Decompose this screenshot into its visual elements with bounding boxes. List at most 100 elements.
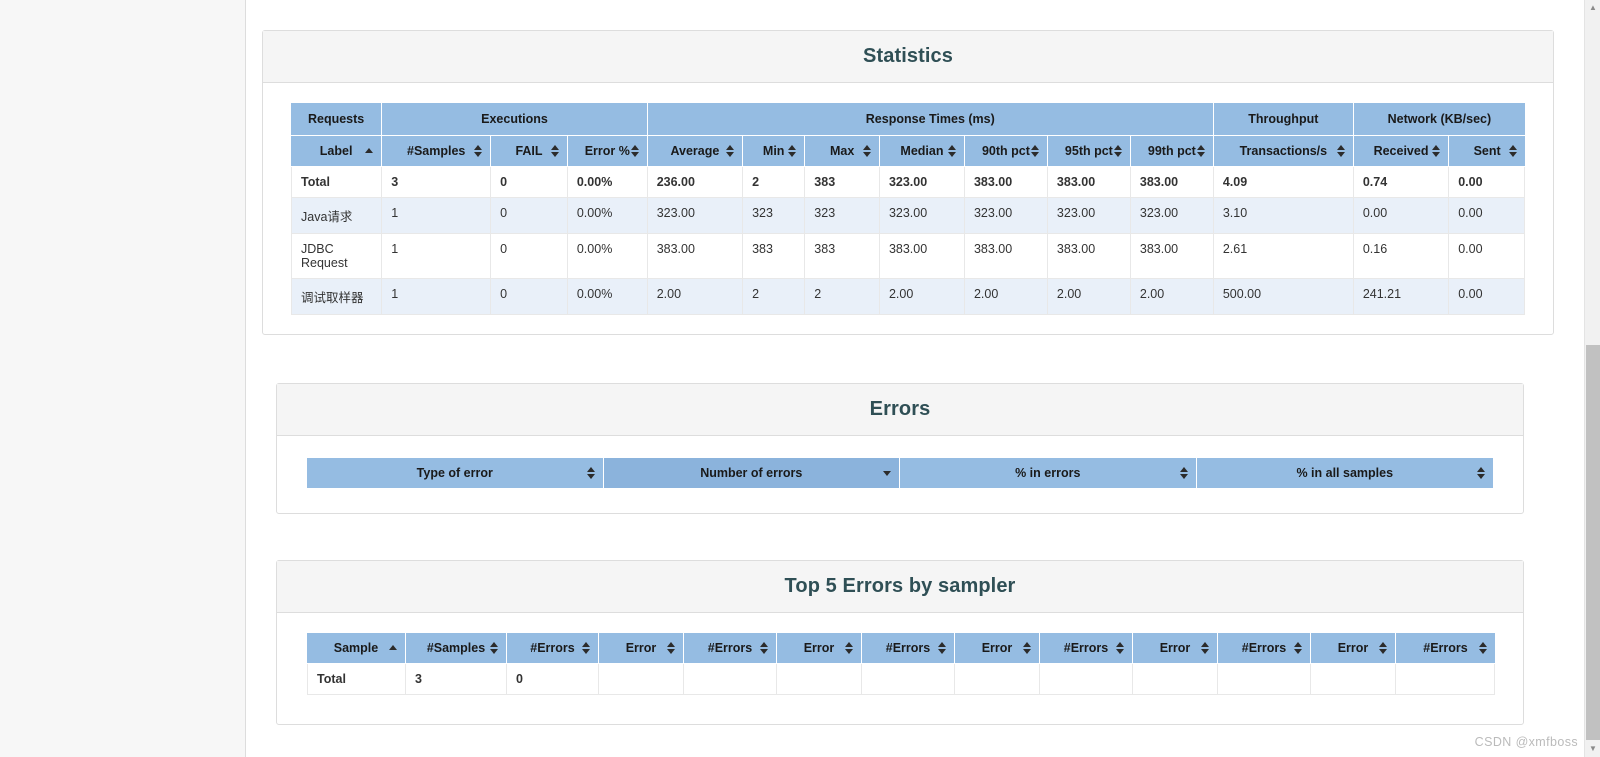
top5-cell-r0-c3 xyxy=(599,664,684,695)
top5-panel-body: Sample #Samples #Errors Error #Errors Error #E… xyxy=(277,613,1523,719)
top5-header-errors-6[interactable]: #Errors xyxy=(862,633,955,664)
errors-header-in-all-samples-3[interactable]: % in all samples xyxy=(1196,458,1493,489)
vertical-scrollbar[interactable]: ▲ ▼ xyxy=(1584,0,1600,757)
statistics-cell-r0-c1: 3 xyxy=(382,167,492,198)
statistics-header-label-10: 99th pct xyxy=(1147,144,1196,158)
top5-header-error-5[interactable]: Error xyxy=(777,633,862,664)
statistics-cell-r0-c12: 0.74 xyxy=(1353,167,1450,198)
statistics-cell-r3-c4: 2.00 xyxy=(647,279,744,315)
top5-header-error-11[interactable]: Error xyxy=(1311,633,1396,664)
statistics-header-samples-1[interactable]: #Samples xyxy=(382,136,492,167)
statistics-header-min-5[interactable]: Min xyxy=(743,136,806,167)
statistics-cell-r3-c6: 2 xyxy=(805,279,880,315)
statistics-header-label-4: Average xyxy=(670,144,720,158)
top5-cell-r0-c4 xyxy=(684,664,777,695)
statistics-cell-r0-c4: 236.00 xyxy=(647,167,744,198)
statistics-cell-r0-c5: 2 xyxy=(743,167,806,198)
sort-both-icon xyxy=(667,641,676,655)
top5-table-body: Total 3 0 xyxy=(307,664,1495,695)
errors-header-in-errors-2[interactable]: % in errors xyxy=(900,458,1197,489)
statistics-header-label-0[interactable]: Label xyxy=(291,136,383,167)
top5-header-samples-1[interactable]: #Samples xyxy=(406,633,507,664)
sort-both-icon xyxy=(630,144,640,158)
statistics-header-average-4[interactable]: Average xyxy=(647,136,744,167)
top5-header-label-10: #Errors xyxy=(1241,641,1287,655)
top5-title: Top 5 Errors by sampler xyxy=(784,575,1016,597)
group-header-executions: Executions xyxy=(382,103,648,136)
statistics-panel-heading: Statistics xyxy=(263,31,1553,83)
statistics-cell-r2-c0: JDBC Request xyxy=(291,234,383,279)
top5-cell-r0-c10 xyxy=(1218,664,1311,695)
statistics-table: Requests Executions Response Times (ms) Thr… xyxy=(291,103,1525,315)
statistics-cell-r3-c0: 调试取样器 xyxy=(291,279,383,315)
errors-header-number-of-errors-1[interactable]: Number of errors xyxy=(603,458,900,489)
statistics-header-transactions-s-11[interactable]: Transactions/s xyxy=(1213,136,1354,167)
statistics-header-sent-13[interactable]: Sent xyxy=(1449,136,1525,167)
top5-column-header-row: Sample #Samples #Errors Error #Errors Error #E… xyxy=(307,633,1495,664)
statistics-header-fail-2[interactable]: FAIL xyxy=(491,136,568,167)
top5-header-error-3[interactable]: Error xyxy=(599,633,684,664)
errors-title: Errors xyxy=(869,398,931,420)
errors-table: Type of error Number of errors % in errors… xyxy=(307,458,1493,489)
table-row: Java请求 1 0 0.00% 323.00 323 323 323.00 323.00 323… xyxy=(291,198,1525,234)
top5-header-label-12: #Errors xyxy=(1423,641,1468,655)
statistics-header-label-7: Median xyxy=(900,144,944,158)
statistics-cell-r2-c9: 383.00 xyxy=(1047,234,1131,279)
errors-panel-heading: Errors xyxy=(277,384,1523,436)
sort-both-icon xyxy=(586,466,596,480)
scroll-up-arrow-icon[interactable]: ▲ xyxy=(1585,0,1600,16)
statistics-cell-r0-c10: 383.00 xyxy=(1130,167,1214,198)
top5-header-errors-10[interactable]: #Errors xyxy=(1218,633,1311,664)
sort-both-icon xyxy=(1113,144,1123,158)
top5-header-error-7[interactable]: Error xyxy=(955,633,1040,664)
statistics-panel: Statistics Requests Executions Response Ti… xyxy=(262,30,1554,335)
top5-header-label-7: Error xyxy=(981,641,1013,655)
top5-header-errors-4[interactable]: #Errors xyxy=(684,633,777,664)
top5-header-sample-0[interactable]: Sample xyxy=(307,633,406,664)
statistics-header-90th-pct-8[interactable]: 90th pct xyxy=(964,136,1048,167)
errors-header-label-1: Number of errors xyxy=(700,466,803,480)
statistics-cell-r1-c3: 0.00% xyxy=(567,198,648,234)
statistics-header-max-6[interactable]: Max xyxy=(805,136,880,167)
table-row: 调试取样器 1 0 0.00% 2.00 2 2 2.00 2.00 2.00 2.00 500.00… xyxy=(291,279,1525,315)
statistics-cell-r1-c9: 323.00 xyxy=(1047,198,1131,234)
top5-table-head: Sample #Samples #Errors Error #Errors Error #E… xyxy=(307,633,1495,664)
top5-header-label-2: #Errors xyxy=(530,641,575,655)
statistics-header-label-12: Received xyxy=(1373,144,1429,158)
top5-header-label-9: Error xyxy=(1159,641,1191,655)
statistics-cell-r2-c12: 0.16 xyxy=(1353,234,1450,279)
sort-asc-icon xyxy=(365,144,374,158)
errors-header-label-0: Type of error xyxy=(416,466,493,480)
statistics-header-95th-pct-9[interactable]: 95th pct xyxy=(1047,136,1131,167)
top5-header-label-6: #Errors xyxy=(885,641,931,655)
sort-both-icon xyxy=(550,144,560,158)
scrollbar-thumb[interactable] xyxy=(1586,345,1600,740)
sort-both-icon xyxy=(862,144,872,158)
top5-errors-table: Sample #Samples #Errors Error #Errors Error #E… xyxy=(307,633,1495,695)
sort-both-icon xyxy=(938,641,947,655)
scroll-down-arrow-icon[interactable]: ▼ xyxy=(1585,741,1600,757)
statistics-header-error-3[interactable]: Error % xyxy=(567,136,648,167)
statistics-cell-r2-c13: 0.00 xyxy=(1449,234,1525,279)
statistics-cell-r3-c7: 2.00 xyxy=(879,279,965,315)
sort-both-icon xyxy=(1432,144,1441,158)
sort-both-icon xyxy=(845,641,854,655)
top5-header-label-8: #Errors xyxy=(1063,641,1109,655)
top5-header-error-9[interactable]: Error xyxy=(1133,633,1218,664)
statistics-cell-r1-c12: 0.00 xyxy=(1353,198,1450,234)
top5-errors-panel: Top 5 Errors by sampler Sample #Samples #E… xyxy=(276,560,1524,725)
statistics-header-99th-pct-10[interactable]: 99th pct xyxy=(1130,136,1214,167)
errors-header-type-of-error-0[interactable]: Type of error xyxy=(307,458,604,489)
statistics-cell-r0-c8: 383.00 xyxy=(964,167,1048,198)
statistics-header-received-12[interactable]: Received xyxy=(1353,136,1450,167)
statistics-header-median-7[interactable]: Median xyxy=(879,136,965,167)
statistics-cell-r2-c2: 0 xyxy=(491,234,568,279)
statistics-header-label-13: Sent xyxy=(1473,144,1501,158)
group-header-throughput: Throughput xyxy=(1213,103,1354,136)
top5-header-errors-12[interactable]: #Errors xyxy=(1396,633,1495,664)
statistics-cell-r3-c9: 2.00 xyxy=(1047,279,1131,315)
top5-header-errors-2[interactable]: #Errors xyxy=(507,633,599,664)
top5-cell-r0-c8 xyxy=(1040,664,1133,695)
statistics-cell-r3-c13: 0.00 xyxy=(1449,279,1525,315)
top5-header-errors-8[interactable]: #Errors xyxy=(1040,633,1133,664)
